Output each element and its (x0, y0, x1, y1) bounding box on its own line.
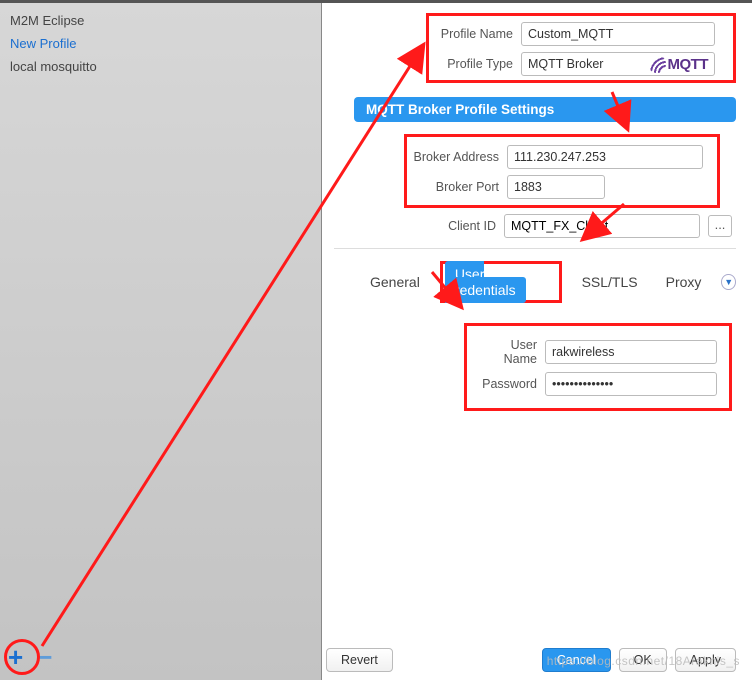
apply-button[interactable]: Apply (675, 648, 736, 672)
broker-settings-header: MQTT Broker Profile Settings (354, 97, 736, 122)
tab-user-credentials[interactable]: User Credentials (445, 261, 526, 303)
password-input[interactable] (545, 372, 717, 396)
profile-type-value: MQTT Broker (528, 57, 603, 71)
sidebar-item-local-mosquitto[interactable]: local mosquitto (0, 55, 321, 78)
client-id-input[interactable] (504, 214, 700, 238)
settings-tabs: General User Credentials SSL/TLS Proxy ▼ (362, 261, 736, 303)
ok-button[interactable]: OK (619, 648, 667, 672)
profile-name-label: Profile Name (435, 27, 513, 41)
tab-proxy[interactable]: Proxy (658, 270, 710, 294)
broker-settings-block: Broker Address Broker Port (404, 134, 720, 208)
generate-client-id-button[interactable]: ... (708, 215, 732, 237)
broker-port-input[interactable] (507, 175, 605, 199)
profile-type-label: Profile Type (435, 57, 513, 71)
client-id-label: Client ID (404, 219, 496, 233)
profile-type-select[interactable]: MQTT Broker MQTT (521, 52, 715, 76)
tabs-overflow-icon[interactable]: ▼ (721, 274, 736, 290)
mqtt-logo-icon: MQTT (648, 55, 709, 73)
broker-port-label: Broker Port (413, 180, 499, 194)
credentials-block: User Name Password (464, 323, 732, 411)
cancel-button[interactable]: Cancel (542, 648, 611, 672)
add-profile-icon[interactable]: + (8, 644, 23, 670)
profile-list-sidebar: M2M Eclipse New Profile local mosquitto … (0, 3, 322, 680)
dialog-footer: Revert Cancel OK Apply (322, 648, 736, 672)
revert-button[interactable]: Revert (326, 648, 393, 672)
username-label: User Name (475, 338, 537, 366)
broker-address-label: Broker Address (413, 150, 499, 164)
tab-ssl-tls[interactable]: SSL/TLS (574, 270, 646, 294)
profile-header-block: Profile Name Profile Type MQTT Broker MQ… (426, 13, 736, 83)
username-input[interactable] (545, 340, 717, 364)
broker-address-input[interactable] (507, 145, 703, 169)
annotation-box-tab: User Credentials (440, 261, 562, 303)
tab-general[interactable]: General (362, 270, 428, 294)
sidebar-item-new-profile[interactable]: New Profile (0, 32, 321, 55)
divider (334, 248, 736, 249)
remove-profile-icon[interactable]: − (37, 644, 52, 670)
sidebar-item-m2m-eclipse[interactable]: M2M Eclipse (0, 9, 321, 32)
password-label: Password (475, 377, 537, 391)
main-panel: Profile Name Profile Type MQTT Broker MQ… (322, 3, 752, 680)
profile-name-input[interactable] (521, 22, 715, 46)
client-id-row: Client ID ... (404, 214, 736, 238)
